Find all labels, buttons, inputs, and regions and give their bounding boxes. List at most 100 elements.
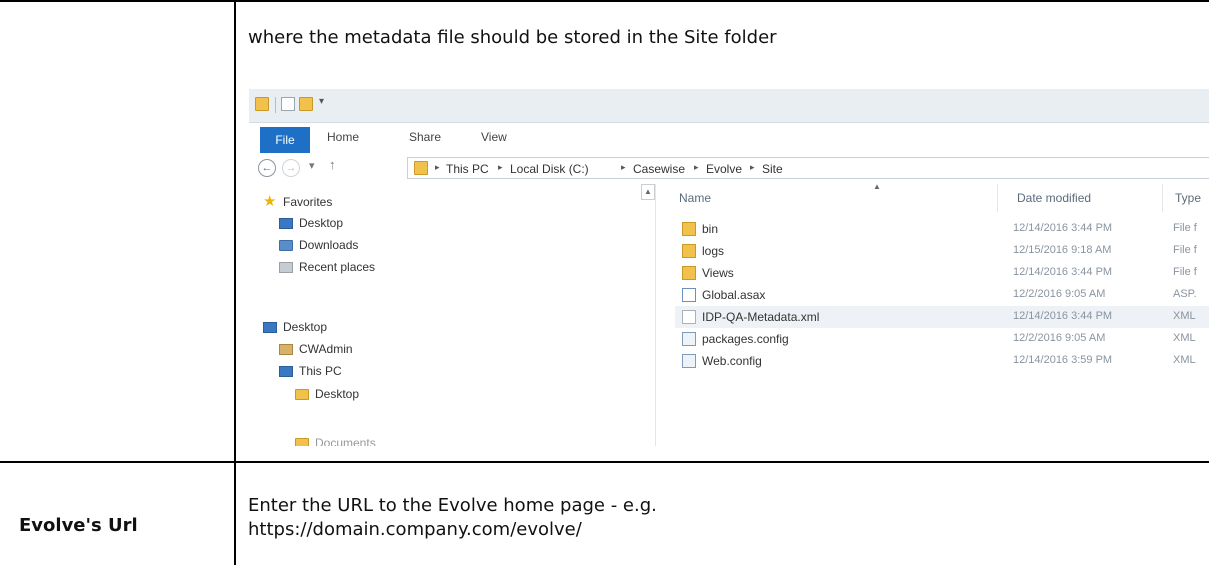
this-pc-icon [279, 366, 293, 377]
file-row[interactable]: Web.config 12/14/2016 3:59 PM XML [675, 350, 1209, 372]
file-row[interactable]: Views 12/14/2016 3:44 PM File f [675, 262, 1209, 284]
column-header-name[interactable]: Name [679, 191, 711, 205]
new-folder-icon[interactable] [299, 97, 313, 111]
tab-share[interactable]: Share [409, 130, 441, 144]
ribbon-bar: File Home Share View [249, 123, 1209, 154]
breadcrumb-local-disk[interactable]: Local Disk (C:) [510, 162, 589, 176]
documents-folder-icon [295, 438, 309, 446]
sidebar-item-desktop[interactable]: Desktop [299, 216, 343, 230]
sidebar-item-documents[interactable]: Documents [315, 436, 376, 446]
config-file-icon [682, 332, 696, 346]
file-type: File f [1173, 244, 1197, 256]
desktop-icon [279, 218, 293, 229]
file-name: logs [702, 244, 725, 258]
desktop-icon [263, 322, 277, 333]
file-date-modified: 12/2/2016 9:05 AM [1013, 332, 1106, 344]
file-type: File f [1173, 222, 1197, 234]
file-row[interactable]: packages.config 12/2/2016 9:05 AM XML [675, 328, 1209, 350]
file-name: packages.config [702, 332, 789, 346]
folder-icon [682, 222, 696, 236]
breadcrumb-this-pc[interactable]: This PC [446, 162, 489, 176]
address-bar: ← → ▾ ↑ ▸ This PC ▸ Local Disk (C:) ▸ Ca… [249, 153, 1209, 183]
navigation-pane: ▲ ★ Favorites Desktop Downloads Recent p… [249, 184, 655, 446]
file-name: Views [702, 266, 734, 280]
back-button[interactable]: ← [258, 159, 276, 177]
config-file-icon [682, 354, 696, 368]
downloads-icon [279, 240, 293, 251]
column-header-date-modified[interactable]: Date modified [1017, 191, 1091, 205]
breadcrumb-arrow-icon: ▸ [750, 162, 755, 172]
breadcrumb-casewise[interactable]: Casewise [633, 162, 685, 176]
file-row[interactable]: bin 12/14/2016 3:44 PM File f [675, 218, 1209, 240]
file-date-modified: 12/14/2016 3:44 PM [1013, 222, 1113, 234]
file-type: XML [1173, 354, 1196, 366]
tab-file[interactable]: File [260, 127, 310, 153]
file-date-modified: 12/14/2016 3:59 PM [1013, 354, 1113, 366]
explorer-titlebar: ▾ [249, 89, 1209, 123]
sidebar-item-pc-desktop[interactable]: Desktop [315, 387, 359, 401]
tab-home[interactable]: Home [327, 130, 359, 144]
pane-divider[interactable] [655, 184, 656, 446]
sort-ascending-icon: ▲ [873, 182, 881, 191]
file-row[interactable]: logs 12/15/2016 9:18 AM File f [675, 240, 1209, 262]
explorer-screenshot: ▾ File Home Share View ← → ▾ ↑ ▸ This PC… [249, 89, 1209, 446]
address-folder-icon [414, 161, 428, 175]
breadcrumb-arrow-icon: ▸ [621, 162, 626, 172]
quick-access-dropdown-icon[interactable]: ▾ [319, 96, 324, 107]
file-name: Web.config [702, 354, 762, 368]
folder-icon [682, 244, 696, 258]
asax-file-icon [682, 288, 696, 302]
star-icon: ★ [263, 193, 277, 210]
column-header-type[interactable]: Type [1175, 191, 1201, 205]
file-date-modified: 12/15/2016 9:18 AM [1013, 244, 1112, 256]
address-box[interactable]: ▸ This PC ▸ Local Disk (C:) ▸ Casewise ▸… [407, 157, 1209, 179]
new-document-icon[interactable] [281, 97, 295, 111]
row-2-description-line-2: https://domain.company.com/evolve/ [248, 519, 582, 540]
breadcrumb-arrow-icon: ▸ [694, 162, 699, 172]
sidebar-item-desktop-root[interactable]: Desktop [283, 320, 327, 334]
sidebar-item-favorites[interactable]: Favorites [283, 195, 332, 209]
up-arrow-icon[interactable]: ↑ [329, 157, 336, 172]
file-name: Global.asax [702, 288, 766, 302]
file-date-modified: 12/14/2016 3:44 PM [1013, 310, 1113, 322]
breadcrumb-arrow-icon: ▸ [435, 162, 440, 172]
column-separator[interactable] [1162, 184, 1163, 212]
file-date-modified: 12/14/2016 3:44 PM [1013, 266, 1113, 278]
forward-button[interactable]: → [282, 159, 300, 177]
file-name: IDP-QA-Metadata.xml [702, 310, 820, 324]
quick-access-separator [275, 97, 276, 113]
folder-icon [255, 97, 269, 111]
desktop-folder-icon [295, 389, 309, 400]
recent-places-icon [279, 262, 293, 273]
row-2-description-line-1: Enter the URL to the Evolve home page - … [248, 495, 657, 516]
table-row-divider [0, 461, 1209, 463]
file-row[interactable]: IDP-QA-Metadata.xml 12/14/2016 3:44 PM XML [675, 306, 1209, 328]
row-2-label: Evolve's Url [19, 515, 138, 536]
document-table: where the metadata file should be stored… [0, 0, 1209, 565]
table-top-border [0, 0, 1209, 2]
scroll-up-icon[interactable]: ▲ [641, 184, 655, 200]
file-type: XML [1173, 332, 1196, 344]
sidebar-item-cwadmin[interactable]: CWAdmin [299, 342, 353, 356]
breadcrumb-evolve[interactable]: Evolve [706, 162, 742, 176]
user-icon [279, 344, 293, 355]
file-type: ASP. [1173, 288, 1197, 300]
recent-locations-icon[interactable]: ▾ [309, 159, 315, 172]
xml-file-icon [682, 310, 696, 324]
tab-view[interactable]: View [481, 130, 507, 144]
folder-icon [682, 266, 696, 280]
file-type: File f [1173, 266, 1197, 278]
table-column-divider [234, 0, 236, 565]
column-separator[interactable] [997, 184, 998, 212]
row-1-description: where the metadata file should be stored… [248, 27, 777, 48]
file-name: bin [702, 222, 719, 236]
sidebar-item-recent-places[interactable]: Recent places [299, 260, 375, 274]
file-row[interactable]: Global.asax 12/2/2016 9:05 AM ASP. [675, 284, 1209, 306]
breadcrumb-arrow-icon: ▸ [498, 162, 503, 172]
breadcrumb-site[interactable]: Site [762, 162, 783, 176]
file-date-modified: 12/2/2016 9:05 AM [1013, 288, 1106, 300]
sidebar-item-downloads[interactable]: Downloads [299, 238, 358, 252]
file-type: XML [1173, 310, 1196, 322]
file-list-pane: ▲ Name Date modified Type bin 12/14/2016 … [657, 182, 1209, 446]
sidebar-item-this-pc[interactable]: This PC [299, 364, 342, 378]
